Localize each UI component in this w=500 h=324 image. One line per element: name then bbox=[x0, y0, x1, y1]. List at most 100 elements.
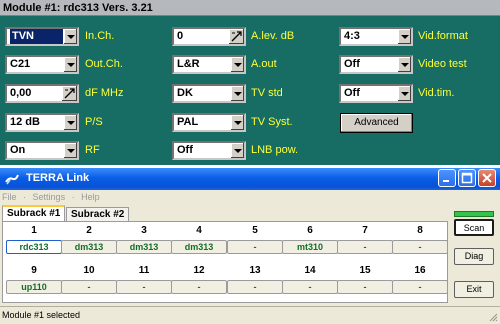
menu-file[interactable]: File bbox=[2, 192, 17, 202]
exit-button[interactable]: Exit bbox=[454, 281, 494, 298]
chevron-down-icon[interactable] bbox=[63, 115, 77, 130]
slot-number: 13 bbox=[249, 265, 261, 276]
out-ch-select[interactable]: C21 bbox=[5, 55, 79, 74]
lnb-pow-value: Off bbox=[177, 144, 193, 156]
rf-label: RF bbox=[85, 144, 100, 156]
slot-number: 1 bbox=[31, 225, 37, 236]
diag-button[interactable]: Diag bbox=[454, 248, 494, 265]
menu-separator: · bbox=[23, 192, 27, 202]
tv-std-label: TV std bbox=[251, 87, 283, 99]
chevron-down-icon[interactable] bbox=[63, 57, 77, 72]
ps-select[interactable]: 12 dB bbox=[5, 113, 79, 132]
video-test-select[interactable]: Off bbox=[339, 55, 413, 74]
slot-button[interactable]: dm313 bbox=[171, 240, 227, 254]
a-out-select[interactable]: L&R bbox=[172, 55, 246, 74]
minimize-icon[interactable] bbox=[438, 169, 456, 187]
slot-button[interactable]: up110 bbox=[6, 280, 62, 294]
slot-number: 6 bbox=[307, 225, 313, 236]
slot-number: 16 bbox=[414, 265, 426, 276]
resize-grip-icon[interactable] bbox=[488, 312, 498, 322]
slot-number: 9 bbox=[31, 265, 37, 276]
close-icon[interactable] bbox=[478, 169, 496, 187]
tv-syst-select[interactable]: PAL bbox=[172, 113, 246, 132]
scan-button[interactable]: Scan bbox=[454, 219, 494, 236]
slot-button[interactable]: - bbox=[282, 280, 338, 294]
status-led bbox=[454, 211, 494, 217]
chevron-down-icon[interactable] bbox=[397, 57, 411, 72]
chevron-down-icon[interactable] bbox=[63, 143, 77, 158]
slot-button[interactable]: dm313 bbox=[61, 240, 117, 254]
menu-settings[interactable]: Settings bbox=[33, 192, 66, 202]
ps-value: 12 dB bbox=[10, 116, 40, 128]
a-out-value: L&R bbox=[177, 58, 200, 70]
df-mhz-label: dF MHz bbox=[85, 87, 124, 99]
module-title: Module #1: rdc313 Vers. 3.21 bbox=[0, 0, 500, 16]
slot-button[interactable]: rdc313 bbox=[6, 240, 62, 254]
title-bar[interactable]: TERRA Link bbox=[0, 168, 500, 190]
chevron-down-icon[interactable] bbox=[230, 143, 244, 158]
slot-number: 8 bbox=[417, 225, 423, 236]
edit-icon[interactable] bbox=[229, 29, 244, 44]
video-test-label: Video test bbox=[418, 58, 467, 70]
tv-std-select[interactable]: DK bbox=[172, 84, 246, 103]
vid-tim-value: Off bbox=[344, 87, 360, 99]
a-lev-value: 0 bbox=[177, 30, 184, 42]
slot-button[interactable]: - bbox=[392, 280, 448, 294]
terra-link-window: TERRA Link File · Settings · Help Subrac… bbox=[0, 168, 500, 324]
lnb-pow-label: LNB pow. bbox=[251, 144, 299, 156]
slot-number: 5 bbox=[252, 225, 258, 236]
menu-separator: · bbox=[71, 192, 75, 202]
menu-bar: File · Settings · Help bbox=[0, 190, 500, 205]
out-ch-value: C21 bbox=[10, 58, 31, 70]
chevron-down-icon[interactable] bbox=[230, 115, 244, 130]
slot-button[interactable]: - bbox=[337, 280, 393, 294]
slot-button[interactable]: - bbox=[116, 280, 172, 294]
in-ch-label: In.Ch. bbox=[85, 30, 115, 42]
window-title: TERRA Link bbox=[26, 172, 90, 184]
tv-std-value: DK bbox=[177, 87, 193, 99]
lnb-pow-select[interactable]: Off bbox=[172, 141, 246, 160]
vid-format-label: Vid.format bbox=[418, 30, 468, 42]
a-lev-field[interactable]: 0 bbox=[172, 27, 246, 46]
chevron-down-icon[interactable] bbox=[230, 57, 244, 72]
slot-button[interactable]: - bbox=[61, 280, 117, 294]
chevron-down-icon[interactable] bbox=[397, 29, 411, 44]
slot-button[interactable]: mt310 bbox=[282, 240, 338, 254]
slot-button[interactable]: - bbox=[227, 280, 283, 294]
vid-tim-label: Vid.tim. bbox=[418, 87, 455, 99]
slot-number: 10 bbox=[83, 265, 95, 276]
subrack-panel: 1 2 3 4 5 6 7 8 rdc313 dm313 dm313 dm313… bbox=[2, 221, 448, 303]
chevron-down-icon[interactable] bbox=[63, 29, 77, 44]
menu-help[interactable]: Help bbox=[81, 192, 100, 202]
app-icon bbox=[5, 174, 19, 185]
in-ch-select[interactable]: TVN TURBO bbox=[5, 27, 79, 46]
slot-number: 11 bbox=[138, 265, 150, 276]
module-panel: Module #1: rdc313 Vers. 3.21 TVN TURBO I… bbox=[0, 0, 500, 165]
slot-button[interactable]: - bbox=[171, 280, 227, 294]
rf-select[interactable]: On bbox=[5, 141, 79, 160]
vid-format-select[interactable]: 4:3 bbox=[339, 27, 413, 46]
slot-number: 4 bbox=[196, 225, 202, 236]
a-lev-label: A.lev. dB bbox=[251, 30, 295, 42]
slot-button[interactable]: - bbox=[337, 240, 393, 254]
status-bar: Module #1 selected bbox=[0, 306, 500, 324]
maximize-icon[interactable] bbox=[458, 169, 476, 187]
status-text: Module #1 selected bbox=[2, 310, 81, 320]
df-mhz-field[interactable]: 0,00 bbox=[5, 84, 79, 103]
advanced-button[interactable]: Advanced bbox=[340, 113, 413, 133]
tv-syst-label: TV Syst. bbox=[251, 116, 293, 128]
chevron-down-icon[interactable] bbox=[397, 86, 411, 101]
chevron-down-icon[interactable] bbox=[230, 86, 244, 101]
tv-syst-value: PAL bbox=[177, 116, 199, 128]
video-test-value: Off bbox=[344, 58, 360, 70]
df-mhz-value: 0,00 bbox=[10, 87, 32, 99]
edit-icon[interactable] bbox=[62, 86, 77, 101]
slot-number: 12 bbox=[193, 265, 205, 276]
slot-button[interactable]: - bbox=[392, 240, 448, 254]
rf-value: On bbox=[10, 144, 26, 156]
out-ch-label: Out.Ch. bbox=[85, 58, 123, 70]
vid-tim-select[interactable]: Off bbox=[339, 84, 413, 103]
ps-label: P/S bbox=[85, 116, 103, 128]
slot-button[interactable]: dm313 bbox=[116, 240, 172, 254]
slot-button[interactable]: - bbox=[227, 240, 283, 254]
